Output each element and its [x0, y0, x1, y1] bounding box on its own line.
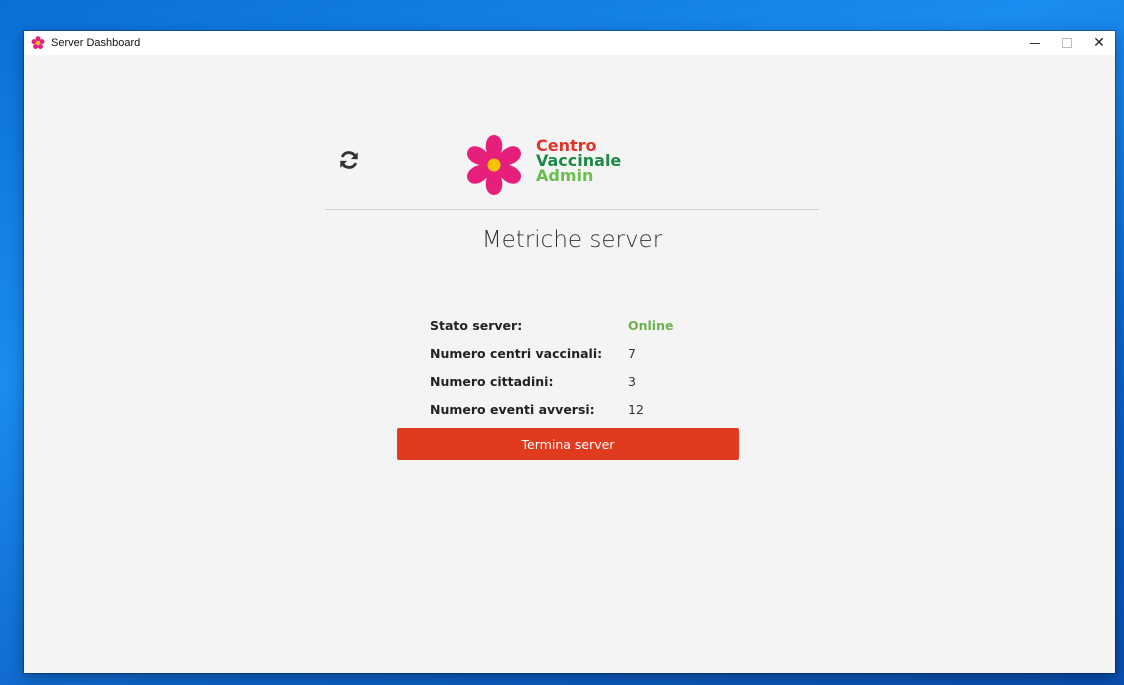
brand-line-3: Admin [536, 166, 594, 185]
header-divider [325, 209, 819, 210]
refresh-icon[interactable] [338, 149, 360, 171]
metric-row-adverse-events: Numero eventi avversi: 12 [430, 395, 673, 423]
metric-row-status: Stato server: Online [430, 311, 673, 339]
close-button[interactable]: ✕ [1083, 31, 1115, 55]
stop-server-button[interactable]: Termina server [397, 428, 739, 460]
citizens-count-value: 3 [628, 373, 636, 389]
minimize-button[interactable] [1019, 31, 1051, 55]
metrics-list: Stato server: Online Numero centri vacci… [430, 311, 673, 423]
close-icon: ✕ [1093, 35, 1105, 51]
flower-logo-icon [467, 135, 521, 195]
page-title: Metriche server [481, 227, 663, 253]
dashboard-content: Centro Vaccinale Admin Metriche server S… [24, 55, 1115, 673]
maximize-button[interactable] [1051, 31, 1083, 55]
maximize-icon [1062, 38, 1072, 48]
window-title: Server Dashboard [51, 37, 141, 49]
app-window: Server Dashboard ✕ Centro Vaccinale Admi… [24, 31, 1115, 673]
metric-label: Numero cittadini: [430, 373, 554, 389]
window-controls: ✕ [1019, 31, 1115, 55]
metric-label: Numero centri vaccinali: [430, 345, 603, 361]
brand-title: Centro Vaccinale Admin [536, 138, 621, 185]
metric-row-centers: Numero centri vaccinali: 7 [430, 339, 673, 367]
app-flower-icon [31, 36, 45, 50]
metric-label: Stato server: [430, 317, 523, 333]
centers-count-value: 7 [628, 345, 636, 361]
minimize-icon [1030, 42, 1040, 44]
metric-label: Numero eventi avversi: [430, 401, 595, 417]
metric-row-citizens: Numero cittadini: 3 [430, 367, 673, 395]
adverse-events-count-value: 12 [628, 401, 644, 417]
title-bar[interactable]: Server Dashboard ✕ [24, 31, 1115, 55]
server-status-value: Online [628, 317, 674, 333]
